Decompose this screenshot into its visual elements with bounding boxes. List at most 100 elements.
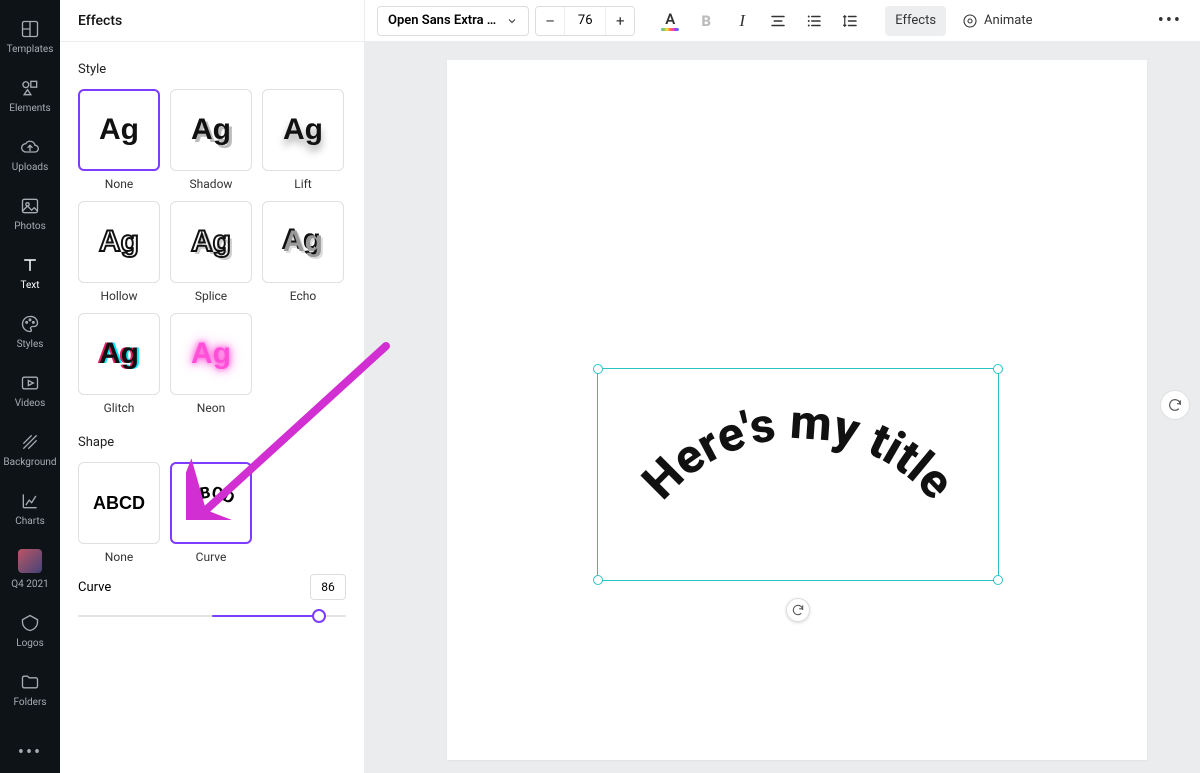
- rail-uploads[interactable]: Uploads: [0, 124, 60, 183]
- curve-value-input[interactable]: [310, 574, 346, 600]
- rotate-handle[interactable]: [786, 598, 810, 622]
- chevron-down-icon: [506, 15, 518, 27]
- rail-charts[interactable]: Charts: [0, 478, 60, 537]
- effects-button[interactable]: Effects: [885, 6, 946, 36]
- tile-label: Splice: [195, 289, 227, 303]
- shapes-icon: [19, 77, 41, 99]
- font-size-decrease[interactable]: –: [536, 7, 564, 35]
- rail-more[interactable]: •••: [18, 732, 42, 773]
- style-shadow[interactable]: Ag: [170, 89, 252, 171]
- svg-text:ABCD: ABCD: [184, 483, 238, 508]
- canvas-area[interactable]: Here's my title: [365, 42, 1200, 773]
- tile-label: None: [105, 550, 133, 564]
- animate-icon: [962, 13, 978, 29]
- rail-label: Styles: [17, 339, 44, 350]
- rail-label: Charts: [15, 516, 45, 527]
- chart-icon: [19, 490, 41, 512]
- tile-label: Neon: [197, 401, 225, 415]
- section-style-label: Style: [78, 62, 346, 77]
- cloud-upload-icon: [19, 136, 41, 158]
- rail-label: Elements: [9, 103, 50, 114]
- resize-handle-bl[interactable]: [593, 575, 603, 585]
- align-center-icon: [769, 12, 787, 30]
- italic-button[interactable]: I: [727, 6, 757, 36]
- rail-logos[interactable]: Logos: [0, 600, 60, 659]
- template-icon: [19, 18, 41, 40]
- image-icon: [19, 195, 41, 217]
- rail-folders[interactable]: Folders: [0, 659, 60, 718]
- section-shape-label: Shape: [78, 435, 346, 450]
- bold-button[interactable]: B: [691, 6, 721, 36]
- hatch-icon: [19, 431, 41, 453]
- font-size-input[interactable]: [564, 7, 606, 35]
- font-name-label: Open Sans Extra …: [388, 13, 496, 28]
- left-rail: Templates Elements Uploads Photos Text: [0, 0, 60, 773]
- curve-label: Curve: [78, 580, 310, 595]
- text-icon: [19, 254, 41, 276]
- rail-videos[interactable]: Videos: [0, 360, 60, 419]
- text-color-button[interactable]: A: [655, 6, 685, 36]
- spacing-button[interactable]: [835, 6, 865, 36]
- play-icon: [19, 372, 41, 394]
- list-button[interactable]: [799, 6, 829, 36]
- slider-thumb[interactable]: [312, 609, 326, 623]
- rail-text[interactable]: Text: [0, 242, 60, 301]
- style-hollow[interactable]: Ag: [78, 201, 160, 283]
- style-splice[interactable]: Ag: [170, 201, 252, 283]
- rail-q4-2021[interactable]: Q4 2021: [0, 537, 60, 600]
- refresh-icon: [1167, 397, 1183, 413]
- rail-photos[interactable]: Photos: [0, 183, 60, 242]
- rail-styles[interactable]: Styles: [0, 301, 60, 360]
- alignment-button[interactable]: [763, 6, 793, 36]
- rail-label: Folders: [13, 697, 46, 708]
- panel-title: Effects: [60, 0, 364, 42]
- rail-label: Logos: [16, 638, 44, 649]
- shape-none[interactable]: ABCD: [78, 462, 160, 544]
- tile-label: Shadow: [190, 177, 233, 191]
- style-none[interactable]: Ag: [78, 89, 160, 171]
- effects-panel: Effects Style Ag None Ag Shadow Ag Lift …: [60, 0, 365, 773]
- italic-icon: I: [739, 11, 745, 31]
- tile-label: Curve: [196, 550, 227, 564]
- bold-icon: B: [701, 12, 711, 30]
- style-lift[interactable]: Ag: [262, 89, 344, 171]
- rail-label: Videos: [15, 398, 46, 409]
- rail-elements[interactable]: Elements: [0, 65, 60, 124]
- rotate-icon: [791, 603, 805, 617]
- animate-button[interactable]: Animate: [952, 6, 1042, 36]
- folder-icon: [19, 671, 41, 693]
- rail-label: Background: [3, 457, 56, 468]
- resize-handle-tl[interactable]: [593, 364, 603, 374]
- tile-label: None: [105, 177, 133, 191]
- shape-curve[interactable]: ABCD: [170, 462, 252, 544]
- tile-label: Glitch: [104, 401, 135, 415]
- rail-label: Q4 2021: [11, 579, 48, 590]
- context-toolbar: Open Sans Extra … – + A B I: [365, 0, 1200, 42]
- shape-tiles: ABCD None ABCD Curve: [78, 462, 346, 564]
- rail-label: Photos: [14, 221, 46, 232]
- rail-label: Uploads: [12, 162, 48, 173]
- more-icon: •••: [1158, 10, 1182, 31]
- font-family-select[interactable]: Open Sans Extra …: [377, 6, 529, 36]
- palette-icon: [19, 313, 41, 335]
- font-size-stepper: – +: [535, 6, 635, 36]
- curve-slider[interactable]: [78, 606, 346, 626]
- font-size-increase[interactable]: +: [606, 7, 634, 35]
- rail-templates[interactable]: Templates: [0, 6, 60, 65]
- style-tiles: Ag None Ag Shadow Ag Lift Ag Hollow Ag: [78, 89, 346, 415]
- floating-refresh-button[interactable]: [1160, 390, 1190, 420]
- resize-handle-tr[interactable]: [993, 364, 1003, 374]
- list-icon: [805, 12, 823, 30]
- text-selection-box[interactable]: [597, 368, 999, 581]
- rail-background[interactable]: Background: [0, 419, 60, 478]
- avatar: [18, 549, 42, 573]
- more-options-button[interactable]: •••: [1152, 6, 1188, 36]
- resize-handle-br[interactable]: [993, 575, 1003, 585]
- workspace: Open Sans Extra … – + A B I: [365, 0, 1200, 773]
- tile-label: Hollow: [100, 289, 137, 303]
- badge-icon: [19, 612, 41, 634]
- style-neon[interactable]: Ag: [170, 313, 252, 395]
- tile-label: Echo: [290, 289, 316, 303]
- style-glitch[interactable]: Ag: [78, 313, 160, 395]
- style-echo[interactable]: Ag: [262, 201, 344, 283]
